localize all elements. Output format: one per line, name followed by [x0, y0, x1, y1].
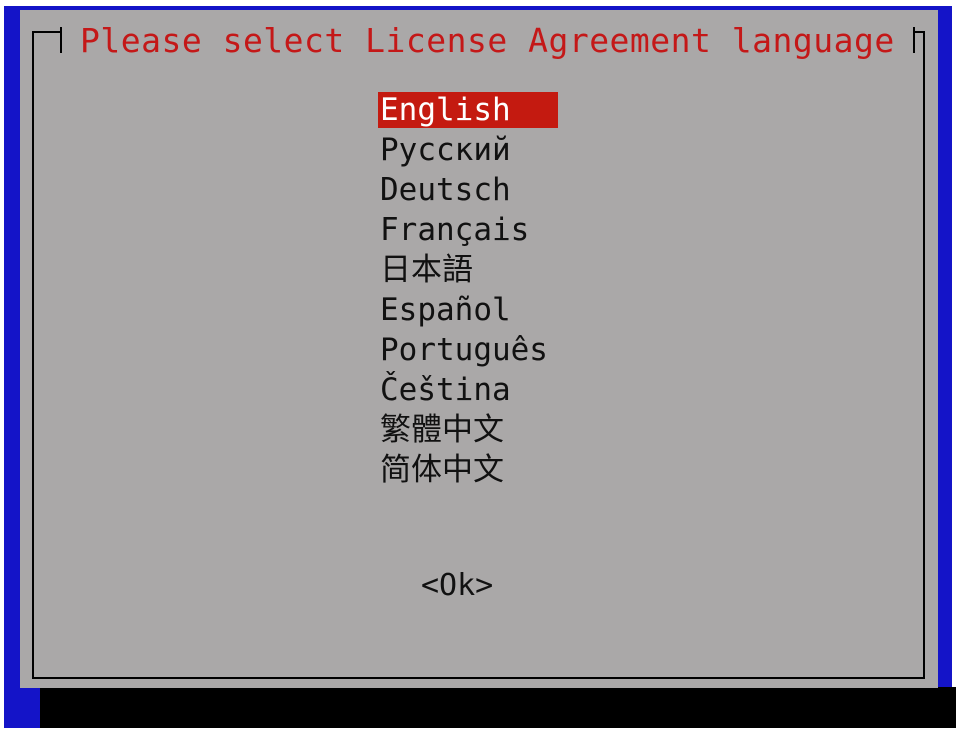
- screen-frame-right: [952, 0, 956, 734]
- language-option-spanish[interactable]: Español: [378, 290, 578, 330]
- language-option-simplified-chinese[interactable]: 简体中文: [378, 450, 578, 490]
- language-option-french[interactable]: Français: [378, 210, 578, 250]
- dialog-title: Please select License Agreement language: [80, 20, 895, 60]
- language-list[interactable]: English Русский Deutsch Français 日本語 Esp…: [378, 90, 578, 490]
- language-option-japanese[interactable]: 日本語: [378, 250, 578, 290]
- screen-frame-bottom: [0, 728, 956, 734]
- screen-frame-left: [0, 0, 4, 734]
- ok-button[interactable]: <Ok>: [421, 568, 493, 603]
- license-language-dialog: Please select License Agreement language…: [20, 10, 938, 688]
- language-option-czech[interactable]: Čeština: [378, 370, 578, 410]
- language-option-traditional-chinese[interactable]: 繁體中文: [378, 410, 578, 450]
- language-option-portuguese[interactable]: Português: [378, 330, 578, 370]
- dialog-title-bar: Please select License Agreement language: [60, 18, 915, 62]
- screen-frame-top: [0, 0, 956, 6]
- dialog-shadow: [40, 687, 956, 728]
- language-option-russian[interactable]: Русский: [378, 130, 578, 170]
- language-option-english[interactable]: English: [378, 92, 558, 128]
- language-option-german[interactable]: Deutsch: [378, 170, 578, 210]
- title-right-tee: [912, 27, 915, 53]
